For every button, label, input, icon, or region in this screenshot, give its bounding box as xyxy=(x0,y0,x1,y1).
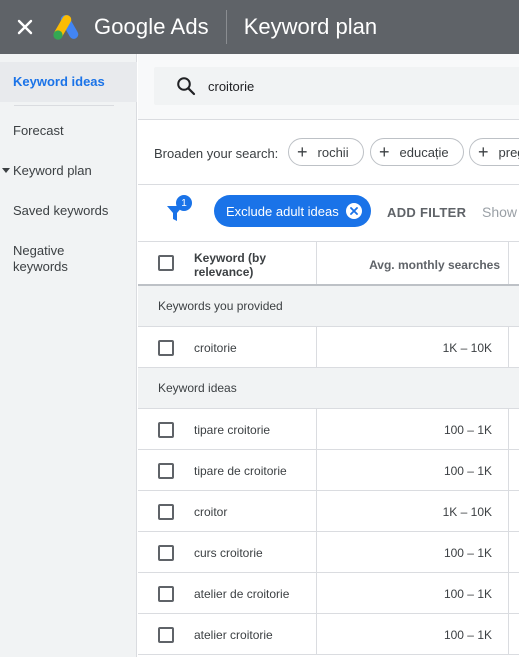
brand-name: Google Ads xyxy=(94,14,209,39)
column-divider xyxy=(508,327,509,367)
keyword-cell: croitor xyxy=(194,505,228,519)
header-divider xyxy=(225,10,227,44)
broaden-search-bar: Broaden your search: + rochii + educație… xyxy=(138,119,519,185)
column-divider xyxy=(316,573,317,613)
column-header-keyword[interactable]: Keyword (by relevance) xyxy=(194,251,304,279)
group-header-ideas: Keyword ideas xyxy=(138,368,519,409)
group-label: Keywords you provided xyxy=(158,299,283,313)
avg-searches-cell: 1K – 10K xyxy=(442,505,492,519)
group-header-provided: Keywords you provided xyxy=(138,286,519,327)
broaden-label: Broaden your search: xyxy=(154,146,279,161)
sidebar-divider xyxy=(14,105,114,106)
chip-label: preg xyxy=(498,144,519,160)
column-divider xyxy=(508,450,509,490)
column-divider xyxy=(508,242,509,284)
show-button[interactable]: Show xyxy=(482,204,517,220)
search-input[interactable] xyxy=(208,78,508,94)
avg-searches-cell: 100 – 1K xyxy=(443,587,492,601)
google-ads-logo-icon xyxy=(53,15,79,40)
table-row[interactable]: croitorie 1K – 10K xyxy=(138,327,519,368)
sidebar-item-saved-keywords[interactable]: Saved keywords xyxy=(0,203,137,219)
select-all-checkbox[interactable] xyxy=(158,255,174,271)
remove-filter-icon[interactable] xyxy=(346,203,362,219)
chip-label: educație xyxy=(399,144,449,160)
column-divider xyxy=(508,573,509,613)
search-box[interactable] xyxy=(154,67,519,105)
sidebar: Keyword ideas Forecast Keyword plan Save… xyxy=(0,54,137,657)
keyword-cell: atelier de croitorie xyxy=(194,587,290,601)
plus-icon: + xyxy=(379,142,390,162)
table-row[interactable]: atelier de croitorie 100 – 1K xyxy=(138,573,519,614)
keyword-table: Keyword (by relevance) Avg. monthly sear… xyxy=(138,241,519,655)
chip-label: Exclude adult ideas xyxy=(226,203,339,219)
row-checkbox[interactable] xyxy=(158,422,174,438)
table-row[interactable]: tipare croitorie 100 – 1K xyxy=(138,409,519,450)
plus-icon: + xyxy=(478,142,489,162)
filter-count-badge: 1 xyxy=(176,195,192,211)
caret-down-icon xyxy=(2,168,10,173)
keyword-cell: tipare croitorie xyxy=(194,423,271,437)
avg-searches-cell: 100 – 1K xyxy=(443,546,492,560)
avg-searches-cell: 1K – 10K xyxy=(442,341,492,355)
close-icon[interactable] xyxy=(12,14,38,40)
row-checkbox[interactable] xyxy=(158,504,174,520)
main-content: Broaden your search: + rochii + educație… xyxy=(138,54,519,657)
broaden-chip-educatie[interactable]: + educație xyxy=(370,138,464,166)
table-header: Keyword (by relevance) Avg. monthly sear… xyxy=(138,241,519,286)
avg-searches-cell: 100 – 1K xyxy=(443,423,492,437)
row-checkbox[interactable] xyxy=(158,586,174,602)
row-checkbox[interactable] xyxy=(158,545,174,561)
sidebar-item-forecast[interactable]: Forecast xyxy=(0,123,137,139)
sidebar-item-keyword-ideas[interactable]: Keyword ideas xyxy=(0,74,137,90)
column-divider xyxy=(508,491,509,531)
row-checkbox[interactable] xyxy=(158,463,174,479)
keyword-cell: tipare de croitorie xyxy=(194,464,287,478)
column-divider xyxy=(508,532,509,572)
column-header-avg-monthly-searches[interactable]: Avg. monthly searches xyxy=(369,258,500,272)
keyword-cell: curs croitorie xyxy=(194,546,263,560)
column-divider xyxy=(316,532,317,572)
search-icon xyxy=(177,77,196,96)
column-divider xyxy=(508,409,509,449)
column-divider xyxy=(316,242,317,284)
keyword-cell: atelier croitorie xyxy=(194,628,273,642)
table-row[interactable]: croitor 1K – 10K xyxy=(138,491,519,532)
sidebar-item-label: Keyword plan xyxy=(13,163,92,178)
column-divider xyxy=(316,327,317,367)
avg-searches-cell: 100 – 1K xyxy=(443,628,492,642)
chip-label: rochii xyxy=(317,144,349,160)
page-title: Keyword plan xyxy=(243,14,378,39)
table-row[interactable]: tipare de croitorie 100 – 1K xyxy=(138,450,519,491)
sidebar-item-keyword-plan[interactable]: Keyword plan xyxy=(0,163,137,179)
column-divider xyxy=(316,409,317,449)
filter-bar: 1 Exclude adult ideas ADD FILTER Show xyxy=(138,185,519,241)
avg-searches-cell: 100 – 1K xyxy=(443,464,492,478)
top-bar: Google Ads Keyword plan xyxy=(0,0,519,54)
row-checkbox[interactable] xyxy=(158,340,174,356)
table-row[interactable]: curs croitorie 100 – 1K xyxy=(138,532,519,573)
column-divider xyxy=(316,614,317,654)
group-label: Keyword ideas xyxy=(158,381,237,395)
broaden-chip-preg[interactable]: + preg xyxy=(469,138,519,166)
row-checkbox[interactable] xyxy=(158,627,174,643)
column-divider xyxy=(316,491,317,531)
sidebar-item-negative-keywords[interactable]: Negative keywords xyxy=(0,243,90,275)
column-divider xyxy=(508,614,509,654)
broaden-chip-rochii[interactable]: + rochii xyxy=(288,138,364,166)
column-divider xyxy=(316,450,317,490)
keyword-cell: croitorie xyxy=(194,341,237,355)
search-area xyxy=(138,54,519,119)
exclude-adult-ideas-chip[interactable]: Exclude adult ideas xyxy=(214,195,371,227)
plus-icon: + xyxy=(297,142,308,162)
table-row[interactable]: atelier croitorie 100 – 1K xyxy=(138,614,519,655)
add-filter-button[interactable]: ADD FILTER xyxy=(387,205,466,220)
